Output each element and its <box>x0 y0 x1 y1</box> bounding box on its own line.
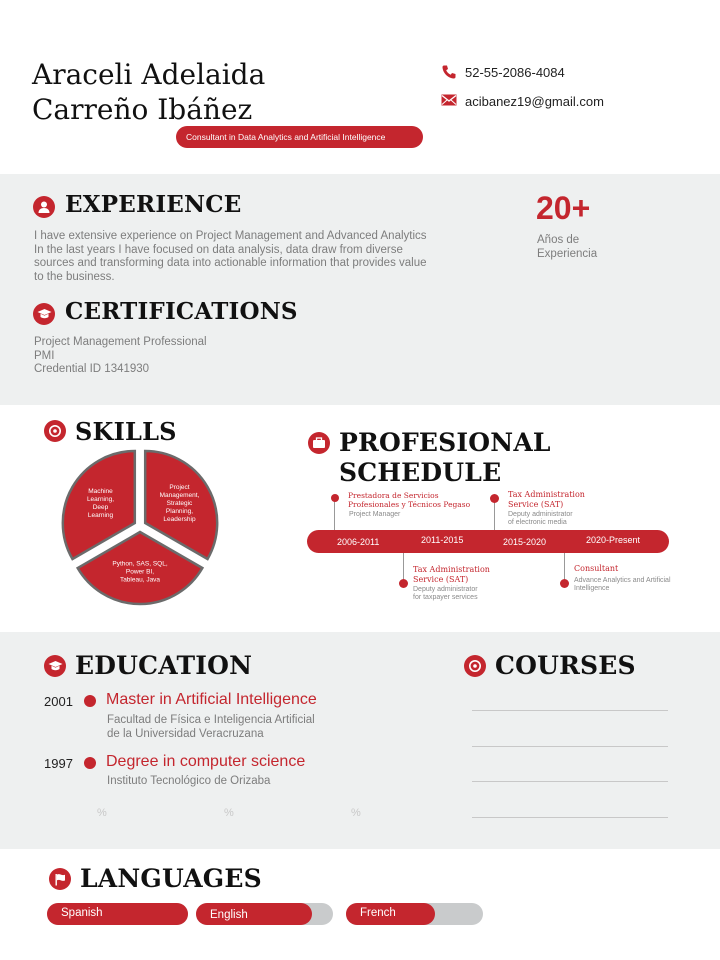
certification-item: Project Management Professional <box>34 336 207 348</box>
timeline-connector <box>334 499 335 530</box>
languages-title: LANGUAGES <box>80 864 262 893</box>
certifications-list: Project Management Professional PMI Cred… <box>34 336 207 377</box>
experience-title: EXPERIENCE <box>65 191 242 218</box>
briefcase-icon <box>308 432 330 454</box>
course-line <box>472 746 668 747</box>
timeline-period: 2006-2011 <box>337 537 380 547</box>
timeline-event-title: Consultant <box>574 564 619 573</box>
certifications-title: CERTIFICATIONS <box>65 298 298 325</box>
timeline-dot <box>331 494 339 502</box>
timeline-period: 2015-2020 <box>503 537 547 547</box>
timeline-event-title: Prestadora de Servicios Profesionales y … <box>348 491 470 509</box>
course-line <box>472 710 668 711</box>
email-address[interactable]: acibanez19@gmail.com <box>465 94 604 109</box>
event-title-line: Service (SAT) <box>413 575 469 584</box>
schedule-title-line-1: PROFESIONAL <box>339 428 551 457</box>
event-role-line: of electronic media <box>508 519 567 526</box>
mail-icon <box>441 94 457 106</box>
name-line-2: Carreño Ibáñez <box>32 93 253 126</box>
timeline-period: 2020-Present <box>586 535 641 545</box>
years-label: Años de Experiencia <box>537 234 597 261</box>
language-bar-french: French <box>346 903 483 925</box>
timeline-event-title: Tax Administration Service (SAT) <box>508 490 585 510</box>
tagline: Consultant in Data Analytics and Artific… <box>186 132 386 142</box>
language-bar-english: English <box>196 903 333 925</box>
graduation-cap-icon <box>33 303 55 325</box>
tagline-pill: Consultant in Data Analytics and Artific… <box>176 126 423 148</box>
timeline-event-role: Project Manager <box>349 511 401 518</box>
schedule-title-line-2: SCHEDULE <box>339 458 502 487</box>
event-title-line: Profesionales y Técnicos Pegaso <box>348 500 471 509</box>
timeline-dot <box>399 579 408 588</box>
phone-icon <box>442 65 456 79</box>
education-school: Facultad de Física e Inteligencia Artifi… <box>107 714 315 741</box>
phone-number[interactable]: 52-55-2086-4084 <box>465 65 565 80</box>
event-title-line: Prestadora de Servicios <box>348 491 439 500</box>
timeline-event-title: Tax Administration Service (SAT) <box>413 565 490 585</box>
percent-mark: % <box>224 807 234 819</box>
flag-icon <box>49 868 71 890</box>
brain-icon <box>464 655 486 677</box>
event-role-line: Intelligence <box>574 585 610 592</box>
event-role-line: Advance Analytics and Artificial <box>574 577 671 584</box>
education-dot <box>84 757 96 769</box>
certification-item: Credential ID 1341930 <box>34 363 150 375</box>
years-value: 20+ <box>536 190 591 226</box>
experience-line: sources and transforming data into actio… <box>34 257 427 269</box>
event-role-line: Deputy administrator <box>413 586 478 593</box>
course-line <box>472 781 668 782</box>
education-degree: Master in Artificial Intelligence <box>106 691 317 708</box>
experience-line: In the last years I have focused on data… <box>34 243 403 256</box>
education-year: 1997 <box>44 756 73 771</box>
school-line: de la Universidad Veracruzana <box>107 727 264 740</box>
experience-line: I have extensive experience on Project M… <box>34 230 427 242</box>
timeline-connector <box>494 500 495 530</box>
timeline-event-role: Deputy administrator of electronic media <box>508 511 573 527</box>
percent-mark: % <box>351 807 361 819</box>
user-icon <box>33 196 55 218</box>
name-line-1: Araceli Adelaida <box>32 58 266 91</box>
brain-icon <box>44 420 66 442</box>
experience-line: to the business. <box>34 270 115 283</box>
school-line: Instituto Tecnológico de Orizaba <box>107 775 271 787</box>
education-school: Instituto Tecnológico de Orizaba <box>107 775 270 789</box>
timeline-dot <box>560 579 569 588</box>
certification-item: PMI <box>34 349 55 362</box>
language-name: French <box>360 907 396 919</box>
event-role-line: Deputy administrator <box>508 511 573 518</box>
language-name: Spanish <box>61 907 103 919</box>
language-bar-spanish: Spanish <box>47 903 188 925</box>
event-role-line: for taxpayer services <box>413 594 478 601</box>
timeline-period: 2011-2015 <box>421 535 464 545</box>
school-line: Facultad de Física e Inteligencia Artifi… <box>107 714 315 726</box>
education-dot <box>84 695 96 707</box>
course-line <box>472 817 668 818</box>
event-title-line: Tax Administration <box>413 565 490 574</box>
event-title-line: Service (SAT) <box>508 500 564 509</box>
timeline-dot <box>490 494 499 503</box>
education-title: EDUCATION <box>75 651 253 680</box>
language-name: English <box>210 909 248 921</box>
percent-mark: % <box>97 807 107 819</box>
graduation-cap-icon <box>44 655 66 677</box>
education-degree: Degree in computer science <box>106 753 306 770</box>
skills-pie-chart: Project Management, Strategic Planning, Lead… <box>61 449 219 606</box>
timeline-event-role: Advance Analytics and Artificial Intelli… <box>574 577 671 593</box>
event-title-line: Tax Administration <box>508 490 585 499</box>
skills-title: SKILLS <box>75 417 177 446</box>
years-label-line: Experiencia <box>537 247 598 260</box>
years-label-line: Años de <box>537 234 580 246</box>
education-year: 2001 <box>44 694 73 709</box>
timeline-event-role: Deputy administrator for taxpayer servic… <box>413 586 478 602</box>
experience-text: I have extensive experience on Project M… <box>34 230 474 284</box>
courses-title: COURSES <box>495 651 636 680</box>
